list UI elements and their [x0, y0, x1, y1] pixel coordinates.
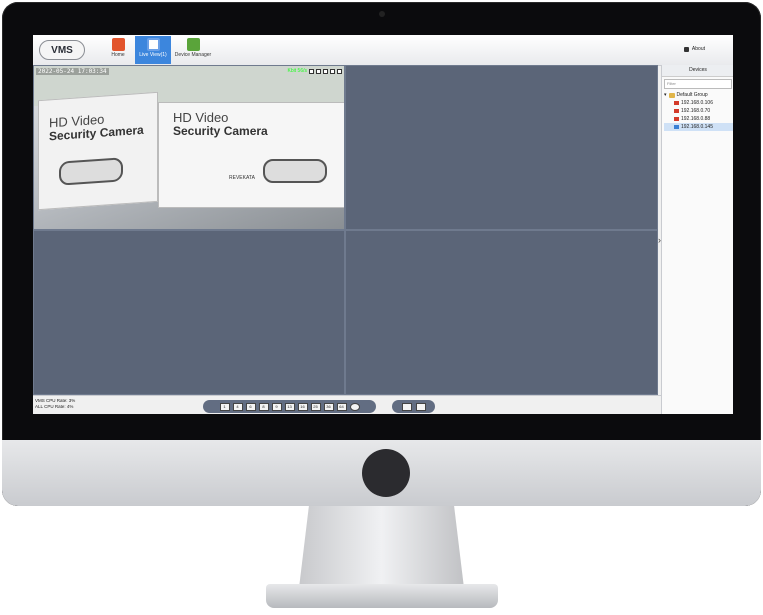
layout-16-button[interactable]: 16 [297, 402, 308, 411]
folder-icon [668, 92, 675, 98]
toolbar-live-view-button[interactable]: Live View(1) [135, 36, 171, 64]
video-grid: HD Video Security Camera HD Video Securi… [33, 65, 658, 395]
audio-icon[interactable] [323, 68, 328, 74]
webcam-dot [379, 11, 385, 17]
device-item[interactable]: 192.168.0.88 [664, 115, 733, 123]
device-tree: ▾ Default Group 192.168.0.106 192.168.0.… [662, 91, 733, 131]
top-toolbar: VMS Home Live View(1) Device Manager Abo… [33, 35, 733, 66]
box-left: HD Video Security Camera [38, 91, 158, 211]
osd-timestamp: 2022-05-24 17:03:34 [36, 68, 109, 75]
cell-toolbar: Kbit 56/s [288, 68, 342, 74]
layout-6-button[interactable]: 6 [245, 402, 256, 411]
about-icon [683, 46, 689, 52]
video-cell-4[interactable] [345, 230, 658, 395]
layout-64-button[interactable]: 64 [336, 402, 347, 411]
toolbar-device-manager-button[interactable]: Device Manager [172, 36, 214, 64]
device-item-selected[interactable]: 192.168.0.145 [664, 123, 733, 131]
settings-icon[interactable] [415, 402, 426, 411]
camera-status-icon [674, 109, 679, 113]
layout-36-button[interactable]: 36 [323, 402, 334, 411]
camera-illustration [59, 157, 123, 186]
camera-status-icon [674, 117, 679, 121]
device-manager-icon [186, 38, 200, 51]
monitor-base [266, 584, 498, 608]
device-item[interactable]: 192.168.0.70 [664, 107, 733, 115]
ptz-icon[interactable] [330, 68, 335, 74]
device-filter-input[interactable]: Filter [664, 79, 732, 89]
cpu-stats: VMS CPU Rate: 3% ALL CPU Rate: 4% [35, 398, 76, 409]
layout-8-button[interactable]: 8 [258, 402, 269, 411]
layout-9-button[interactable]: 9 [271, 402, 282, 411]
about-button[interactable]: About [683, 46, 705, 52]
toolbar-home-button[interactable]: Home [100, 36, 136, 64]
camera-status-icon [674, 101, 679, 105]
monitor-logo [362, 449, 410, 497]
monitor-stand [299, 506, 464, 588]
vms-logo: VMS [39, 40, 85, 60]
video-cell-1[interactable]: HD Video Security Camera HD Video Securi… [33, 65, 345, 230]
record-icon[interactable] [316, 68, 321, 74]
expand-icon[interactable]: ▾ [664, 92, 667, 98]
device-group[interactable]: ▾ Default Group [664, 91, 733, 99]
layout-selector: 1 4 6 8 9 13 16 25 36 64 [203, 400, 376, 413]
brand-label: REVEKATA [229, 175, 255, 181]
layout-4-button[interactable]: 4 [232, 402, 243, 411]
close-icon[interactable] [337, 68, 342, 74]
monitor-bezel: VMS Home Live View(1) Device Manager Abo… [2, 2, 761, 506]
home-icon [111, 38, 125, 51]
video-cell-3[interactable] [33, 230, 345, 395]
layout-25-button[interactable]: 25 [310, 402, 321, 411]
video-cell-2[interactable] [345, 65, 658, 230]
devices-title: Devices [662, 65, 733, 77]
extra-tools [392, 400, 435, 413]
layout-13-button[interactable]: 13 [284, 402, 295, 411]
bottom-bar: VMS CPU Rate: 3% ALL CPU Rate: 4% 1 4 6 … [33, 395, 661, 414]
snapshot-icon[interactable] [309, 68, 314, 74]
vms-window: VMS Home Live View(1) Device Manager Abo… [33, 35, 733, 414]
layout-1-button[interactable]: 1 [219, 402, 230, 411]
camera-status-icon [674, 125, 679, 129]
camera-illustration [263, 159, 327, 183]
box-right: HD Video Security Camera REVEKATA [158, 102, 344, 208]
device-item[interactable]: 192.168.0.106 [664, 99, 733, 107]
record-all-icon[interactable] [401, 402, 412, 411]
fullscreen-icon[interactable] [349, 402, 360, 411]
devices-panel: Devices Filter ▾ Default Group 192.168.0… [661, 65, 733, 414]
bitrate-label: Kbit 56/s [287, 68, 307, 74]
live-view-icon [146, 38, 160, 51]
